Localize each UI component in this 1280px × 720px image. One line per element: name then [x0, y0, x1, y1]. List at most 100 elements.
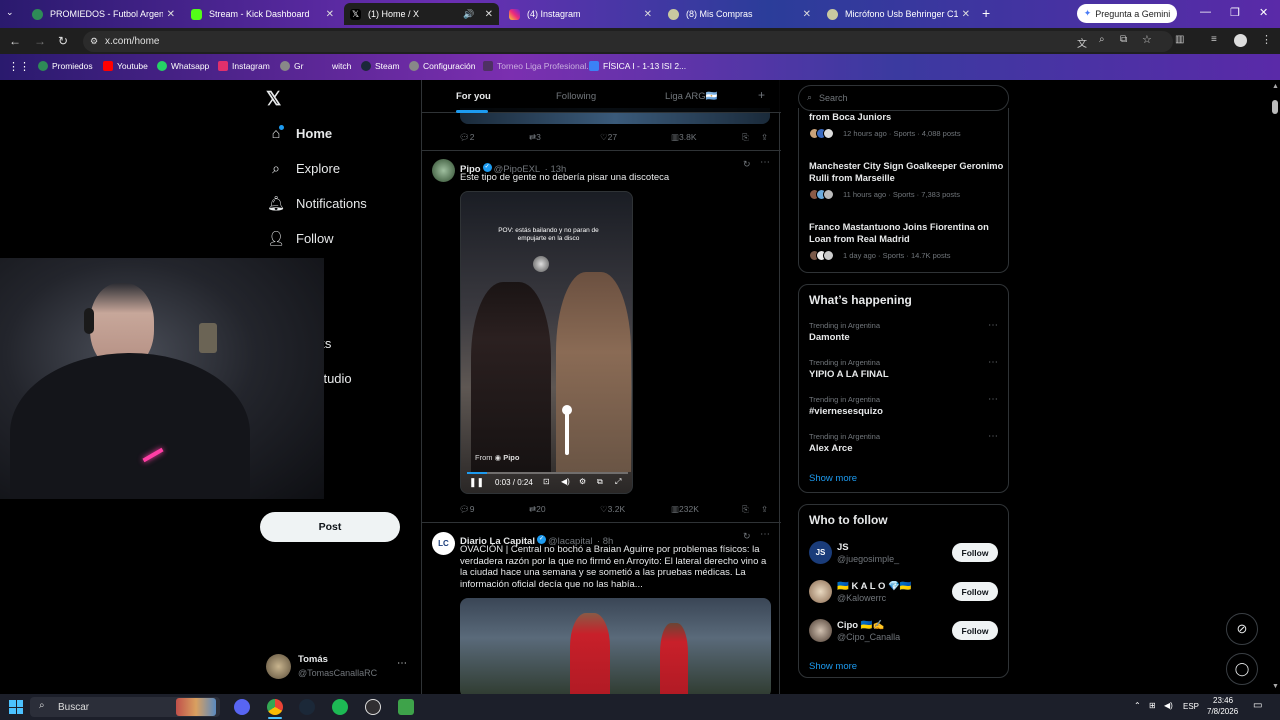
bookmark-whatsapp[interactable]: Whatsapp: [157, 61, 209, 71]
volume-icon[interactable]: ◀︎): [561, 477, 570, 486]
from-name[interactable]: Pipo: [503, 453, 519, 462]
add-tab-icon[interactable]: +: [758, 88, 765, 102]
settings-icon[interactable]: ⚙: [579, 477, 586, 486]
minimize-icon[interactable]: —: [1200, 6, 1211, 18]
more-icon[interactable]: ⋯: [397, 658, 407, 669]
grok-icon[interactable]: ↻: [743, 159, 751, 170]
account-switcher[interactable]: Tomás @TomasCanallaRC ⋯: [266, 652, 412, 684]
more-icon[interactable]: ⋯: [988, 320, 998, 331]
speaker-icon[interactable]: ◀︎): [1164, 701, 1173, 710]
more-icon[interactable]: ⋯: [760, 529, 770, 540]
follow-button[interactable]: Follow: [952, 543, 998, 562]
close-icon[interactable]: ✕: [803, 9, 811, 20]
forward-icon[interactable]: →: [34, 34, 46, 48]
follow-button[interactable]: Follow: [952, 582, 998, 601]
nav-explore[interactable]: ⌕ Explore: [267, 159, 340, 177]
like-button[interactable]: ♡ 3.2K: [600, 504, 625, 515]
like-button[interactable]: ♡ 27: [600, 132, 617, 143]
tab-x-home[interactable]: 𝕏 (1) Home / X 🔊 ✕: [344, 3, 499, 25]
share-icon[interactable]: ⇪: [761, 132, 768, 143]
install-icon[interactable]: ⧉: [1120, 34, 1127, 45]
steam-icon[interactable]: [299, 699, 315, 715]
close-icon[interactable]: ✕: [326, 9, 334, 20]
translate-icon[interactable]: 文: [1077, 35, 1087, 50]
pause-icon[interactable]: ❚❚: [469, 477, 484, 488]
tweet-image[interactable]: [460, 598, 771, 694]
notification-icon[interactable]: ▭: [1253, 700, 1262, 711]
bookmark-steam[interactable]: Steam: [361, 61, 400, 71]
spotify-icon[interactable]: [332, 699, 348, 715]
zoom-icon[interactable]: ⌕: [1099, 34, 1105, 45]
tab-promiedos[interactable]: PROMIEDOS - Futbol Argentino ✕: [26, 3, 181, 25]
network-icon[interactable]: ⊞: [1149, 701, 1156, 710]
tweet-la-capital[interactable]: LC Diario La Capital ✓ @lacapital · 8h ↻ ⋯…: [422, 523, 781, 694]
repost-button[interactable]: ⇄ 3: [529, 132, 541, 143]
obs-icon[interactable]: [365, 699, 381, 715]
pip-icon[interactable]: ⧉: [597, 477, 603, 487]
url-bar[interactable]: ⚙ x.com/home: [83, 31, 1173, 52]
back-icon[interactable]: ←: [9, 34, 21, 48]
bookmark-icon[interactable]: ⎘: [742, 504, 749, 515]
nav-notifications[interactable]: 🔔︎ Notifications: [267, 194, 367, 212]
speaker-icon[interactable]: 🔊: [463, 9, 474, 20]
more-icon[interactable]: ⋯: [988, 394, 998, 405]
tab-following[interactable]: Following: [556, 91, 596, 102]
windows-start-icon[interactable]: [9, 700, 23, 714]
follow-button[interactable]: Follow: [952, 621, 998, 640]
tab-liga-arg[interactable]: Liga ARG🇦🇷: [665, 91, 718, 102]
tab-instagram[interactable]: (4) Instagram ✕: [503, 3, 658, 25]
menu-icon[interactable]: ⋮: [1261, 33, 1272, 46]
profile-avatar[interactable]: [1234, 34, 1247, 47]
bookmark-instagram[interactable]: Instagram: [218, 61, 270, 71]
messages-button[interactable]: ◯: [1226, 653, 1258, 685]
news-title[interactable]: Franco Mastantuono Joins Fiorentina on L…: [809, 222, 1004, 245]
volume-knob[interactable]: [562, 405, 572, 415]
more-icon[interactable]: ⋯: [988, 357, 998, 368]
close-icon[interactable]: ✕: [644, 9, 652, 20]
x-logo[interactable]: 𝕏: [266, 88, 281, 111]
clock-time[interactable]: 23:46: [1213, 696, 1233, 705]
nav-home[interactable]: ⌂ Home: [267, 124, 332, 142]
news-title[interactable]: Manchester City Sign Goalkeeper Geronimo…: [809, 161, 1004, 184]
close-icon[interactable]: ✕: [962, 9, 970, 20]
video-player[interactable]: POV: estás bailando y no paran de empuja…: [460, 191, 633, 494]
discord-icon[interactable]: [234, 699, 250, 715]
bookmark-gr[interactable]: Gr: [280, 61, 303, 71]
bookmark-fisica[interactable]: FÍSICA I - 1-13 ISI 2...: [589, 61, 686, 71]
apps-icon[interactable]: ⋮⋮: [8, 60, 30, 73]
show-more-link[interactable]: Show more: [809, 473, 857, 484]
share-icon[interactable]: ⇪: [761, 504, 768, 515]
restore-icon[interactable]: ❐: [1230, 6, 1240, 19]
search-box[interactable]: ⌕ Search: [798, 85, 1009, 111]
bookmark-star-icon[interactable]: ☆: [1142, 33, 1152, 46]
more-icon[interactable]: ⋯: [988, 431, 998, 442]
reload-icon[interactable]: ↻: [58, 34, 68, 48]
bookmark-promiedos[interactable]: Promiedos: [38, 61, 93, 71]
chrome-icon[interactable]: [267, 699, 283, 715]
close-icon[interactable]: ✕: [485, 9, 493, 20]
show-hidden-icons[interactable]: ⌃: [1134, 701, 1141, 710]
tweet-pipo[interactable]: Pipo ✓ @PipoEXL · 13h ↻ ⋯ Este tipo de gen…: [422, 151, 781, 521]
close-window-icon[interactable]: ✕: [1259, 6, 1268, 19]
side-panel-icon[interactable]: ▥: [1175, 34, 1184, 45]
reply-button[interactable]: 💬︎ 2: [459, 132, 475, 143]
tab-mis-compras[interactable]: (8) Mis Compras ✕: [662, 3, 817, 25]
new-tab-button[interactable]: +: [982, 5, 990, 21]
tab-kick[interactable]: Stream - Kick Dashboard ✕: [185, 3, 340, 25]
grok-icon[interactable]: ↻: [743, 531, 751, 542]
input-language[interactable]: ESP: [1183, 702, 1199, 711]
grok-button[interactable]: ⊘: [1226, 613, 1258, 645]
bookmark-twitch[interactable]: witch: [332, 61, 351, 71]
views-button[interactable]: ▥ 232K: [671, 504, 699, 515]
tab-list-dropdown[interactable]: ⌄: [6, 7, 14, 18]
bookmark-liga[interactable]: Torneo Liga Profesional...: [483, 61, 593, 71]
close-icon[interactable]: ✕: [167, 9, 175, 20]
scroll-down-icon[interactable]: ▼: [1272, 683, 1279, 690]
bookmark-icon[interactable]: ⎘: [742, 132, 749, 143]
post-button[interactable]: Post: [260, 512, 400, 542]
site-info-icon[interactable]: ⚙: [90, 36, 98, 47]
show-more-link[interactable]: Show more: [809, 661, 857, 672]
fullscreen-icon[interactable]: ⤢: [615, 477, 621, 487]
more-icon[interactable]: ⋯: [760, 157, 770, 168]
scroll-up-icon[interactable]: ▲: [1272, 83, 1279, 90]
